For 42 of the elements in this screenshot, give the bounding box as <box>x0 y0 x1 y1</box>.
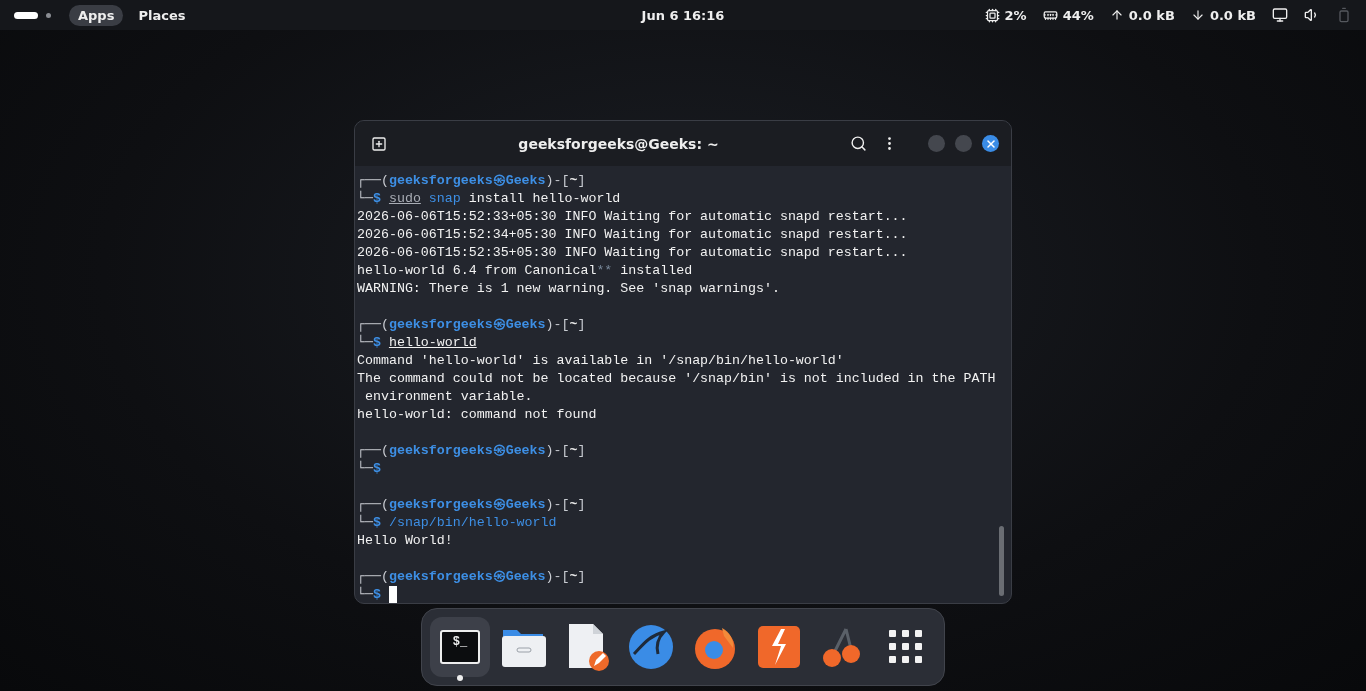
terminal-line: └─$ sudo snap install hello-world <box>357 190 622 208</box>
terminal-line: └─$ hello-world <box>357 334 478 352</box>
terminal-line: └─$ /snap/bin/hello-world <box>357 514 558 532</box>
shark-fin-icon <box>628 624 675 670</box>
terminal-line: WARNING: There is 1 new warning. See 'snap warnings'. <box>357 280 781 298</box>
menu-button[interactable]: Places <box>129 4 195 26</box>
app-grid-icon <box>888 630 923 664</box>
terminal-line: ┌──(geeksforgeeks㉿Geeks)-[~] <box>357 568 587 586</box>
terminal-line: ┌──(geeksforgeeks㉿Geeks)-[~] <box>357 496 587 514</box>
cpu-icon <box>984 7 1000 23</box>
menu-button[interactable]: Apps <box>69 4 124 26</box>
new-tab-icon[interactable] <box>371 135 387 152</box>
indicator-value: 44% <box>1062 7 1094 23</box>
window-title: geeksforgeeks@Geeks: ~ <box>517 135 720 152</box>
terminal-line: hello-world: command not found <box>357 406 598 424</box>
running-indicator <box>457 675 463 681</box>
terminal-line: ┌──(geeksforgeeks㉿Geeks)-[~] <box>357 316 587 334</box>
terminal-line: 2026-06-06T15:52:33+05:30 INFO Waiting for automatic snapd restart... <box>357 208 909 226</box>
scrollbar-thumb[interactable] <box>998 526 1004 596</box>
terminal-line: ┌──(geeksforgeeks㉿Geeks)-[~] <box>357 172 587 190</box>
indicator-value: 2% <box>1004 7 1027 23</box>
terminal-line: ┌──(geeksforgeeks㉿Geeks)-[~] <box>357 442 587 460</box>
arrow-up-icon <box>1109 8 1124 22</box>
lightning-icon <box>757 626 800 668</box>
terminal-line: Hello World! <box>357 532 454 550</box>
terminal-line: └─$ <box>357 586 996 603</box>
terminal-line: The command could not be located because '/snap/bin' is not included in the PATH <box>357 370 996 388</box>
search-icon[interactable] <box>850 135 867 152</box>
indicator-value: 0.0 kB <box>1128 7 1175 23</box>
close-button[interactable] <box>982 135 999 152</box>
terminal-line: └─$ <box>357 460 382 478</box>
monitor-icon[interactable] <box>1272 7 1288 23</box>
terminal-line: 2026-06-06T15:52:35+05:30 INFO Waiting for automatic snapd restart... <box>357 244 909 262</box>
indicator-value: 0.0 kB <box>1209 7 1256 23</box>
terminal-line: environment variable. <box>363 388 534 406</box>
terminal-line: 2026-06-06T15:52:34+05:30 INFO Waiting for automatic snapd restart... <box>357 226 909 244</box>
close-icon <box>984 137 997 150</box>
workspace-indicator[interactable] <box>14 11 38 19</box>
terminal-line: Command 'hello-world' is available in '/snap/bin/hello-world' <box>357 352 845 370</box>
terminal-icon: $_ <box>440 630 480 664</box>
terminal-line: hello-world 6.4 from Canonical** installed <box>357 262 694 280</box>
clock[interactable]: Jun 6 16:16 <box>641 7 725 23</box>
